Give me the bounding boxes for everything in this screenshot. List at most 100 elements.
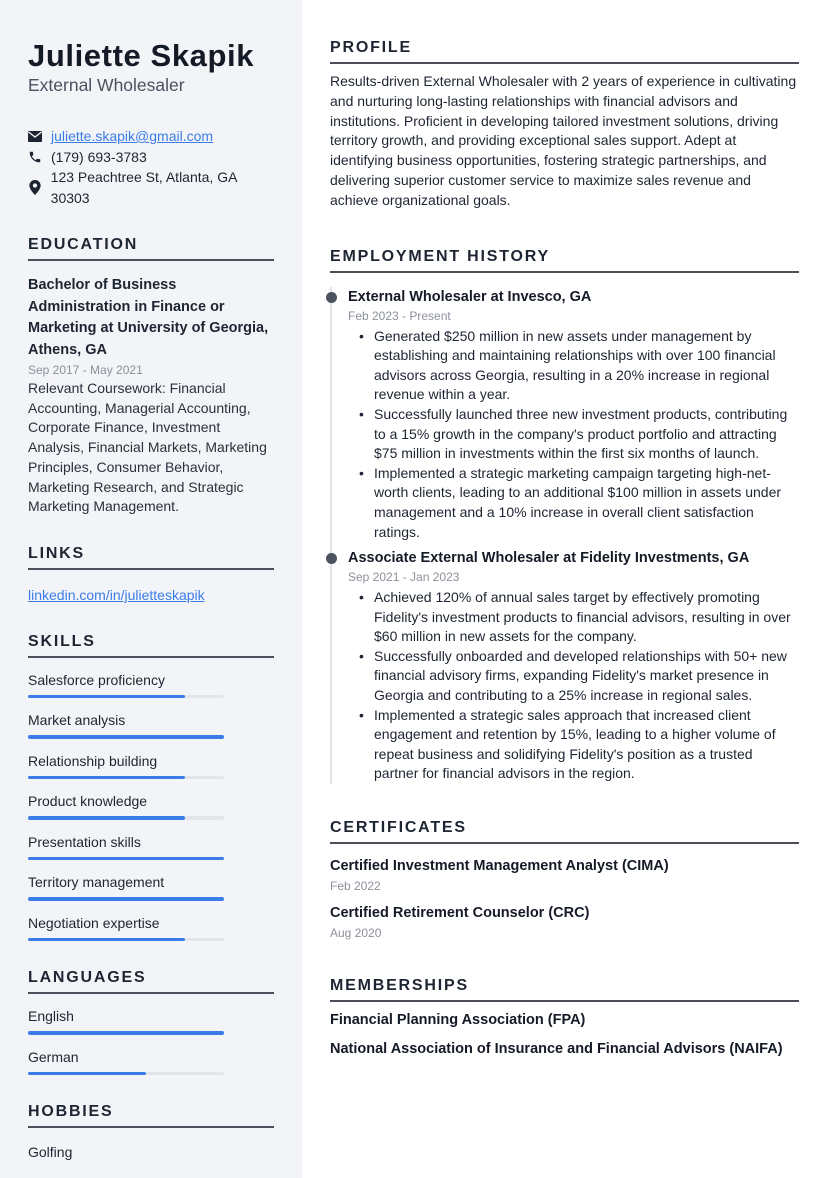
level-bar-track: [28, 1071, 224, 1076]
certificate-item: Certified Retirement Counselor (CRC) Aug …: [330, 903, 799, 942]
email-link[interactable]: juliette.skapik@gmail.com: [51, 126, 213, 147]
language-label: German: [28, 1048, 79, 1065]
profile-summary: Results-driven External Wholesaler with …: [330, 73, 797, 208]
map-pin-icon: [28, 180, 42, 195]
section-title: LINKS: [28, 544, 274, 570]
envelope-icon: [28, 129, 42, 143]
job-dates: Feb 2023 - Present: [348, 308, 451, 323]
employment-section: EMPLOYMENT HISTORY External Wholesaler a…: [326, 247, 799, 785]
skill-label: Presentation skills: [28, 833, 141, 850]
membership-item: Financial Planning Association (FPA): [330, 1012, 586, 1029]
skill-item: Presentation skills: [28, 832, 274, 861]
certificate-item: Certified Investment Management Analyst …: [330, 856, 799, 895]
section-title: MEMBERSHIPS: [330, 976, 799, 1003]
skill-label: Relationship building: [28, 752, 158, 769]
level-bar-track: [28, 775, 224, 780]
level-bar-fill: [28, 1071, 146, 1076]
hobby-item: Golfing: [28, 1144, 73, 1161]
certificates-section: CERTIFICATES Certified Investment Manage…: [330, 818, 799, 942]
level-bar-track: [28, 816, 224, 820]
memberships-section: MEMBERSHIPS Financial Planning Associati…: [330, 976, 799, 1060]
level-bar-track: [28, 694, 224, 699]
job-bullets: Achieved 120% of annual sales target by …: [348, 588, 799, 784]
section-title: PROFILE: [330, 38, 799, 64]
education-description: Relevant Coursework: Financial Accountin…: [28, 380, 267, 515]
certificate-date: Feb 2022: [330, 879, 381, 894]
certificate-name: Certified Investment Management Analyst …: [330, 858, 669, 875]
employment-timeline: External Wholesaler at Invesco, GA Feb 20…: [326, 286, 799, 785]
education-dates: Sep 2017 - May 2021: [28, 363, 143, 377]
job-dates: Sep 2021 - Jan 2023: [348, 570, 460, 585]
memberships-list: Financial Planning Association (FPA) Nati…: [330, 1010, 799, 1060]
hobbies-section: HOBBIES Golfing: [28, 1102, 274, 1162]
level-bar-fill: [28, 816, 185, 820]
job-bullet: Successfully onboarded and developed rel…: [359, 647, 799, 706]
job-title: External Wholesaler at Invesco, GA: [348, 288, 592, 305]
level-bar-fill: [28, 897, 224, 901]
job-bullet: Successfully launched three new investme…: [359, 405, 799, 464]
membership-item: National Association of Insurance and Fi…: [330, 1041, 783, 1058]
main-content: PROFILE Results-driven External Wholesal…: [326, 0, 799, 1178]
job-bullet: Generated $250 million in new assets und…: [359, 327, 799, 405]
skill-item: Product knowledge: [28, 791, 274, 820]
skill-item: Negotiation expertise: [28, 913, 274, 942]
profile-section: PROFILE Results-driven External Wholesal…: [330, 38, 799, 211]
skill-label: Salesforce proficiency: [28, 671, 165, 688]
skill-label: Negotiation expertise: [28, 914, 160, 931]
section-title: EMPLOYMENT HISTORY: [330, 247, 799, 273]
level-bar-track: [28, 735, 224, 739]
job-bullets: Generated $250 million in new assets und…: [348, 327, 799, 543]
contact-email: juliette.skapik@gmail.com: [28, 126, 274, 147]
candidate-role: External Wholesaler: [28, 75, 185, 95]
skill-item: Relationship building: [28, 751, 274, 780]
phone-icon: [28, 150, 42, 164]
links-section: LINKS linkedin.com/in/julietteskapik: [28, 544, 274, 605]
contact-list: juliette.skapik@gmail.com (179) 693-3783…: [28, 126, 274, 208]
job-title: Associate External Wholesaler at Fidelit…: [348, 550, 750, 567]
level-bar-fill: [28, 1031, 224, 1035]
level-bar-fill: [28, 856, 224, 861]
language-label: English: [28, 1008, 74, 1025]
level-bar-track: [28, 1031, 224, 1035]
contact-phone: (179) 693-3783: [28, 147, 274, 168]
certificates-list: Certified Investment Management Analyst …: [330, 856, 799, 942]
skill-label: Product knowledge: [28, 793, 148, 810]
education-degree: Bachelor of Business Administration in F…: [28, 277, 269, 358]
skill-label: Territory management: [28, 874, 165, 891]
section-title: CERTIFICATES: [330, 818, 799, 845]
skill-label: Market analysis: [28, 712, 126, 729]
section-title: EDUCATION: [28, 235, 274, 261]
timeline-dot-icon: [326, 553, 337, 565]
language-item: German: [28, 1047, 274, 1076]
certificate-name: Certified Retirement Counselor (CRC): [330, 905, 590, 922]
section-title: LANGUAGES: [28, 968, 274, 995]
level-bar-fill: [28, 735, 224, 739]
education-section: EDUCATION Bachelor of Business Administr…: [28, 235, 274, 517]
job-entry: Associate External Wholesaler at Fidelit…: [326, 548, 799, 784]
level-bar-fill: [28, 775, 185, 780]
job-bullet: Achieved 120% of annual sales target by …: [359, 588, 799, 647]
skill-item: Territory management: [28, 872, 274, 901]
language-item: English: [28, 1006, 274, 1035]
skills-list: Salesforce proficiency Market analysis Rel…: [28, 670, 274, 942]
level-bar-track: [28, 937, 224, 942]
languages-section: LANGUAGES English German: [28, 968, 274, 1076]
skill-item: Market analysis: [28, 710, 274, 739]
candidate-name: Juliette Skapik: [28, 38, 255, 73]
section-title: HOBBIES: [28, 1102, 274, 1129]
skill-item: Salesforce proficiency: [28, 670, 274, 699]
timeline-dot-icon: [326, 291, 337, 303]
level-bar-fill: [28, 937, 185, 942]
address-text: 123 Peachtree St, Atlanta, GA 30303: [50, 169, 237, 206]
linkedin-link[interactable]: linkedin.com/in/julietteskapik: [28, 585, 274, 605]
skills-section: SKILLS Salesforce proficiency Market anal…: [28, 632, 274, 942]
contact-address: 123 Peachtree St, Atlanta, GA 30303: [28, 167, 274, 208]
languages-list: English German: [28, 1006, 274, 1076]
sidebar: Juliette Skapik External Wholesaler juli…: [0, 0, 302, 1178]
phone-number: (179) 693-3783: [51, 148, 147, 165]
certificate-date: Aug 2020: [330, 926, 382, 941]
job-bullet: Implemented a strategic sales approach t…: [359, 706, 799, 784]
level-bar-track: [28, 856, 224, 861]
level-bar-track: [28, 897, 224, 901]
job-entry: External Wholesaler at Invesco, GA Feb 20…: [326, 287, 799, 543]
